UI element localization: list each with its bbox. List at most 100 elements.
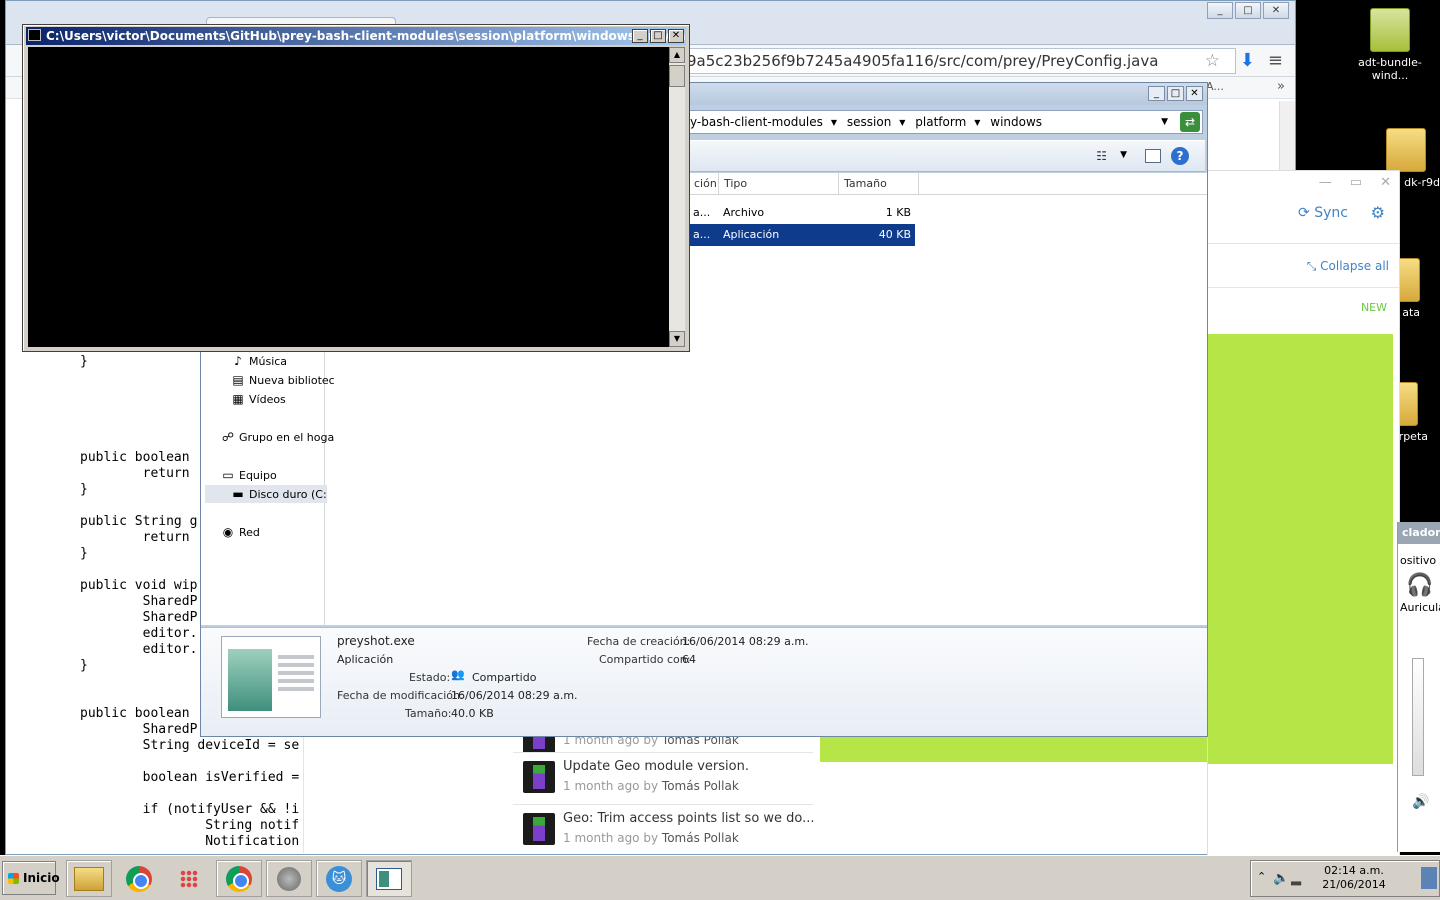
speaker-icon[interactable]: 🔊 [1412, 794, 1429, 810]
chevron-down-icon[interactable]: ▼ [1120, 150, 1127, 160]
gear-icon[interactable]: ⚙ [1371, 203, 1385, 222]
views-icon[interactable]: ☷ [1096, 149, 1107, 163]
nav-item-red[interactable]: ◉ Red [221, 523, 343, 541]
refresh-icon[interactable]: ⇄ [1180, 112, 1200, 132]
sync-label: Sync [1314, 205, 1348, 221]
nav-item-musica[interactable]: ♪ Música [231, 352, 353, 370]
nav-item-equipo[interactable]: ▭ Equipo [221, 466, 343, 484]
minimize-button[interactable]: _ [1207, 2, 1233, 19]
console-scrollbar[interactable]: ▲ ▼ [669, 47, 685, 347]
nav-item-videos[interactable]: ▦ Vídeos [231, 390, 353, 408]
taskbar-github[interactable]: 🐱 [316, 860, 362, 897]
minimize-button[interactable]: _ [1148, 86, 1165, 101]
collapse-all-button[interactable]: ⤡ Collapse all [1307, 259, 1389, 274]
chevron-up-icon[interactable]: ⌃ [1257, 870, 1266, 883]
maximize-button[interactable]: □ [1235, 2, 1261, 19]
column-header-fecha[interactable]: ción [689, 173, 719, 195]
details-estado-label: Estado: [409, 671, 451, 684]
nav-item-nueva-biblioteca[interactable]: ▤ Nueva bibliotec [231, 371, 353, 389]
taskbar-chrome[interactable] [116, 860, 162, 897]
scroll-down-icon[interactable]: ▼ [669, 331, 685, 347]
nav-label: Equipo [239, 468, 277, 482]
file-row-selected[interactable]: a... Aplicación 40 KB [689, 224, 915, 246]
list-item[interactable]: Geo: Trim access points list so we do...… [513, 805, 815, 857]
taskbar-chrome-2[interactable] [216, 860, 262, 897]
video-icon: ▦ [232, 392, 244, 406]
close-button[interactable]: ✕ [1380, 175, 1391, 190]
music-icon: ♪ [234, 354, 242, 368]
commit-message[interactable]: Update Geo module version. [563, 759, 749, 774]
code-line: boolean isVerified = [80, 770, 300, 785]
sync-button[interactable]: ⟳ Sync [1298, 205, 1348, 221]
chrome-icon [226, 865, 252, 892]
maximize-button[interactable]: ▭ [1350, 175, 1362, 190]
taskbar-apps[interactable] [166, 860, 212, 897]
taskbar-audio[interactable] [266, 860, 312, 897]
system-tray: ⌃ 🔈 ▂ 02:14 a.m. 21/06/2014 [1250, 860, 1440, 897]
breadcrumb-arrow-icon[interactable]: ▼ [974, 118, 980, 127]
breadcrumb-item[interactable]: windows [990, 115, 1042, 129]
console-title[interactable]: C:\Users\victor\Documents\GitHub\prey-ba… [26, 27, 686, 45]
volume-slider[interactable] [1412, 658, 1424, 776]
breadcrumb-item[interactable]: session [847, 115, 891, 129]
maximize-button[interactable]: □ [650, 29, 666, 43]
volume-icon[interactable]: 🔈 [1273, 871, 1289, 886]
bookmark-item[interactable]: A... [1206, 80, 1224, 93]
window-icon [376, 867, 402, 890]
window-title: clador c [1398, 522, 1440, 544]
preview-pane-icon[interactable] [1145, 149, 1161, 163]
details-created-value: 16/06/2014 08:29 a.m. [682, 635, 809, 648]
nav-item-disco-duro[interactable]: ▬ Disco duro (C:) [205, 485, 327, 503]
minimize-button[interactable]: — [1319, 175, 1332, 190]
bookmark-star-icon[interactable]: ☆ [1205, 51, 1220, 71]
menu-icon[interactable]: ≡ [1268, 50, 1283, 71]
taskbar-explorer[interactable] [66, 860, 112, 897]
cell-fecha: a... [693, 228, 711, 241]
breadcrumb-arrow-icon[interactable]: ▼ [899, 118, 905, 127]
maximize-button[interactable]: □ [1167, 86, 1184, 101]
cell-size: 40 KB [878, 228, 911, 241]
network-signal-icon[interactable]: ▂ [1291, 871, 1301, 886]
console-icon[interactable] [28, 29, 41, 41]
scroll-thumb[interactable] [669, 65, 685, 87]
github-app-window: — ▭ ✕ ⟳ Sync ⚙ ⤡ Collapse all NEW [1207, 170, 1400, 860]
console-output[interactable] [28, 47, 669, 347]
minimize-button[interactable]: _ [632, 29, 648, 43]
help-icon[interactable]: ? [1171, 147, 1189, 165]
commit-time: 1 month ago [563, 779, 640, 793]
commit-author[interactable]: Tomás Pollak [662, 831, 739, 845]
close-button[interactable]: ✕ [668, 29, 684, 43]
device-label: ositivo [1400, 554, 1437, 567]
clock[interactable]: 02:14 a.m. 21/06/2014 [1309, 864, 1399, 892]
breadcrumb-arrow-icon[interactable]: ▼ [831, 118, 837, 127]
commit-message[interactable]: Geo: Trim access points list so we do... [563, 811, 815, 826]
commit-author[interactable]: Tomás Pollak [662, 779, 739, 793]
window-controls: _ □ ✕ [632, 29, 684, 43]
bookmarks-overflow-button[interactable]: » [1277, 79, 1285, 94]
taskbar-window[interactable] [366, 860, 412, 897]
nav-item-grupo-hogar[interactable]: ☍ Grupo en el hoga [221, 428, 343, 446]
details-filename: preyshot.exe [337, 634, 415, 648]
collapse-icon: ⤡ [1306, 259, 1317, 273]
show-desktop-button[interactable] [1421, 867, 1437, 889]
scroll-up-icon[interactable]: ▲ [669, 47, 685, 63]
download-icon[interactable]: ⬇ [1240, 50, 1255, 71]
breadcrumb-item[interactable]: platform [915, 115, 966, 129]
address-dropdown-icon[interactable]: ▼ [1161, 111, 1168, 133]
start-button[interactable]: Inicio [2, 861, 60, 895]
column-header-tamano[interactable]: Tamaño [839, 173, 919, 195]
list-item[interactable]: Update Geo module version. 1 month ago b… [513, 753, 813, 805]
column-header-tipo[interactable]: Tipo [719, 173, 839, 195]
apps-grid-icon [180, 869, 198, 888]
nav-label: Vídeos [249, 392, 286, 406]
breadcrumb-item[interactable]: y-bash-client-modules [690, 115, 823, 129]
close-button[interactable]: ✕ [1186, 86, 1203, 101]
chrome-icon [126, 865, 152, 892]
folder-icon [1386, 128, 1426, 172]
file-row[interactable]: a... Archivo 1 KB [689, 202, 915, 224]
clock-date: 21/06/2014 [1322, 878, 1386, 891]
library-icon: ▤ [232, 373, 244, 387]
close-button[interactable]: ✕ [1263, 2, 1289, 19]
desktop-icon-adt-bundle[interactable]: adt-bundle-wind... [1342, 8, 1438, 82]
headphones-icon[interactable]: 🎧 [1406, 571, 1433, 601]
